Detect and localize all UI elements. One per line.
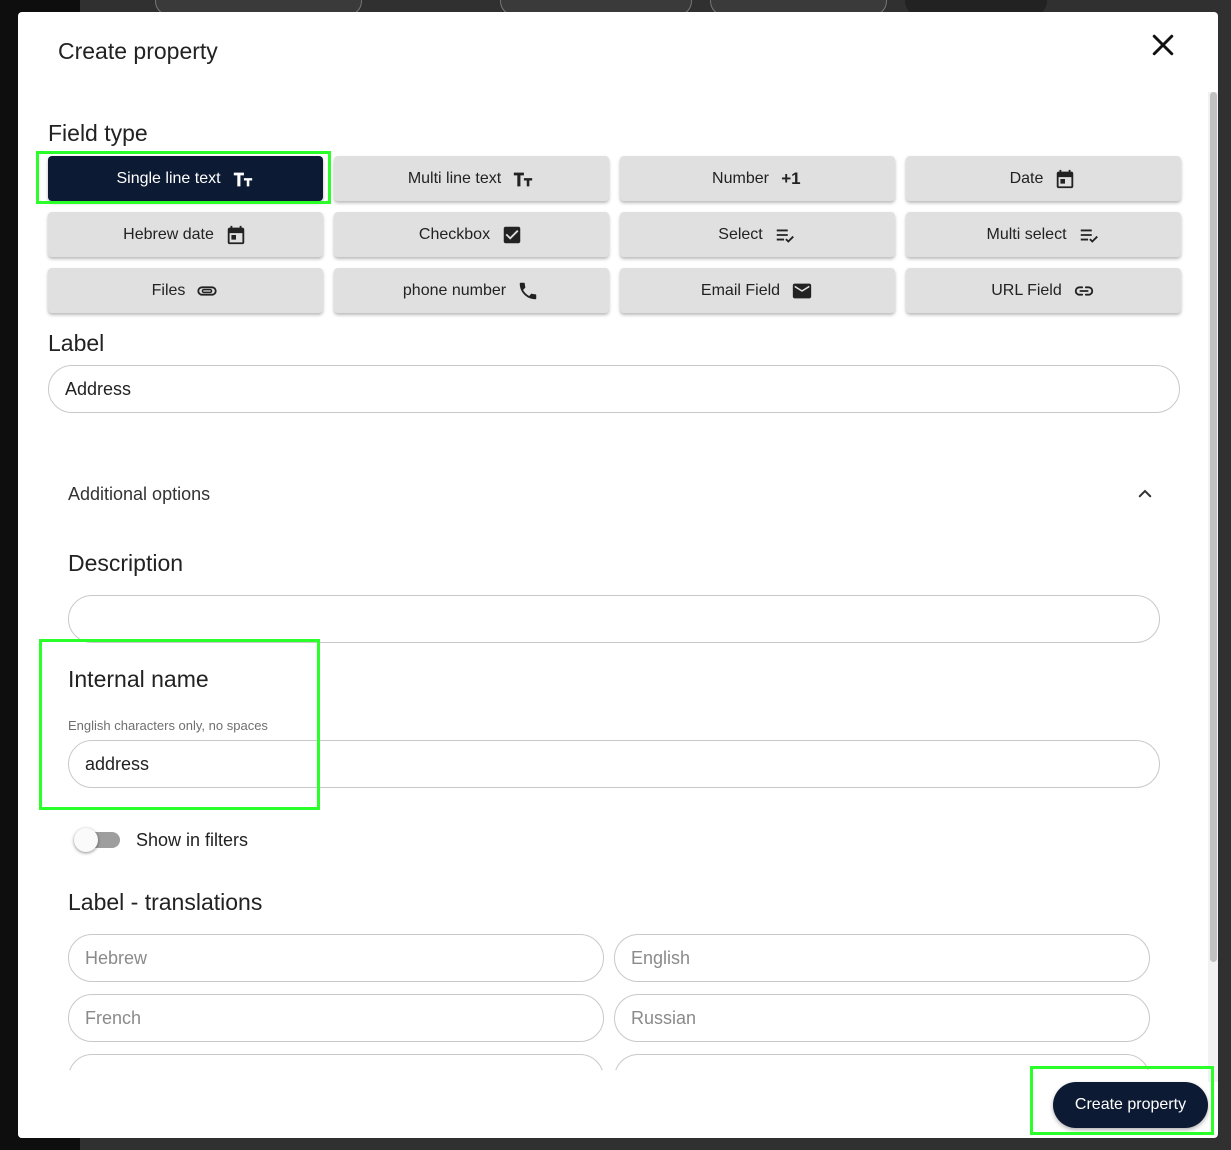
- description-heading: Description: [68, 550, 184, 576]
- checkbox-icon: [500, 223, 524, 247]
- email-icon: [790, 279, 814, 303]
- field-type-label: Date: [1009, 169, 1044, 187]
- plus-one-icon: +1: [779, 167, 803, 191]
- translation-french-input[interactable]: [68, 994, 604, 1042]
- field-type-email-field[interactable]: Email Field: [620, 268, 895, 313]
- chevron-up-icon: [1138, 489, 1152, 498]
- field-type-label: Select: [718, 225, 763, 243]
- list-check-icon: [1077, 223, 1101, 247]
- field-type-label: phone number: [402, 281, 507, 299]
- field-type-label: URL Field: [991, 281, 1062, 299]
- translation-russian-input[interactable]: [614, 994, 1150, 1042]
- additional-options-toggle[interactable]: Additional options: [48, 472, 1168, 518]
- field-type-grid: Single line text Multi line text Number …: [48, 156, 1181, 313]
- field-type-select[interactable]: Select: [620, 212, 895, 257]
- field-type-multi-select[interactable]: Multi select: [906, 212, 1181, 257]
- internal-name-heading: Internal name: [68, 666, 209, 692]
- close-icon: [1152, 34, 1174, 56]
- phone-icon: [516, 279, 540, 303]
- field-type-single-line-text[interactable]: Single line text: [48, 156, 323, 201]
- close-button[interactable]: [1148, 30, 1178, 60]
- paperclip-icon: [195, 279, 219, 303]
- field-type-label: Multi line text: [407, 169, 502, 187]
- internal-name-input[interactable]: [68, 740, 1160, 788]
- field-type-number[interactable]: Number +1: [620, 156, 895, 201]
- show-in-filters-switch[interactable]: [74, 828, 122, 852]
- field-type-multi-line-text[interactable]: Multi line text: [334, 156, 609, 201]
- create-property-dialog: Create property Field type Single line t…: [18, 12, 1218, 1138]
- field-type-label: Hebrew date: [123, 225, 214, 243]
- field-type-label: Multi select: [986, 225, 1067, 243]
- field-type-hebrew-date[interactable]: Hebrew date: [48, 212, 323, 257]
- field-type-label: Single line text: [116, 169, 221, 187]
- translation-english-input[interactable]: [614, 934, 1150, 982]
- label-input[interactable]: [48, 365, 1180, 413]
- scrollbar-thumb[interactable]: [1210, 92, 1217, 962]
- calendar-icon: [224, 223, 248, 247]
- field-type-checkbox[interactable]: Checkbox: [334, 212, 609, 257]
- field-type-label: Files: [151, 281, 186, 299]
- internal-name-helper-text: English characters only, no spaces: [68, 718, 268, 733]
- plus-one-text: +1: [781, 168, 801, 188]
- field-type-label: Number: [712, 169, 769, 187]
- field-type-files[interactable]: Files: [48, 268, 323, 313]
- additional-options-title: Additional options: [68, 484, 211, 504]
- dialog-footer: [18, 1070, 1208, 1138]
- list-check-icon: [773, 223, 797, 247]
- field-type-heading: Field type: [48, 120, 148, 146]
- translation-hebrew-input[interactable]: [68, 934, 604, 982]
- format-size-icon: [231, 167, 255, 191]
- show-in-filters-label: Show in filters: [136, 830, 249, 850]
- field-type-phone-number[interactable]: phone number: [334, 268, 609, 313]
- dialog-title: Create property: [58, 38, 218, 64]
- link-icon: [1072, 279, 1096, 303]
- description-input[interactable]: [68, 595, 1160, 643]
- calendar-icon: [1053, 167, 1077, 191]
- field-type-date[interactable]: Date: [906, 156, 1181, 201]
- switch-knob: [74, 828, 98, 852]
- format-size-icon: [511, 167, 535, 191]
- field-type-url-field[interactable]: URL Field: [906, 268, 1181, 313]
- field-type-label: Email Field: [700, 281, 781, 299]
- label-heading: Label: [48, 330, 105, 356]
- label-translations-heading: Label - translations: [68, 889, 263, 915]
- create-property-button[interactable]: Create property: [1053, 1082, 1208, 1128]
- field-type-label: Checkbox: [418, 225, 491, 243]
